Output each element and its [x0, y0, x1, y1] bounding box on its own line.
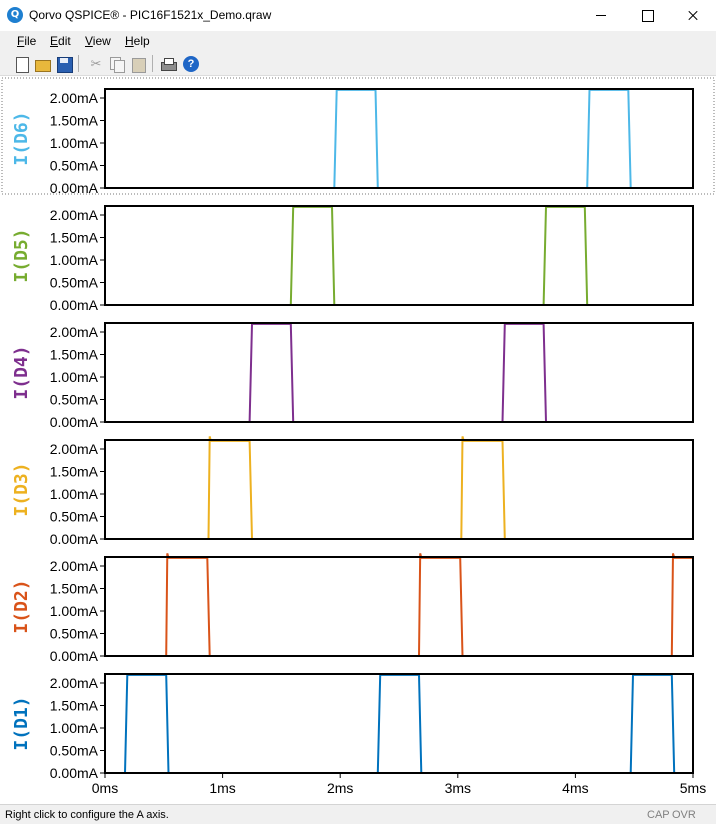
- menu-file[interactable]: File: [17, 34, 36, 48]
- y-tick-label: 2.00mA: [50, 324, 99, 340]
- y-tick-label: 1.50mA: [50, 347, 99, 363]
- new-file-icon[interactable]: [14, 56, 30, 73]
- y-tick-label: 0.00mA: [50, 648, 99, 664]
- pane-frame-id4[interactable]: [104, 322, 694, 423]
- pane-frame-id1[interactable]: [104, 673, 694, 774]
- toolbar-separator: [78, 55, 79, 72]
- series-label-id5[interactable]: I(D5): [11, 228, 32, 282]
- y-tick-label: 0.00mA: [50, 180, 99, 196]
- waveform-plot-area[interactable]: 0.00mA 0.50mA 1.00mA 1.50mA 2.00mA I(D6) 0.00m…: [0, 76, 716, 804]
- series-label-id1[interactable]: I(D1): [11, 696, 32, 750]
- series-label-id2[interactable]: I(D2): [11, 579, 32, 633]
- x-tick-label: 2ms: [327, 780, 353, 796]
- y-tick-label: 1.50mA: [50, 113, 99, 129]
- waveform-plots[interactable]: 0.00mA 0.50mA 1.00mA 1.50mA 2.00mA I(D6) 0.00m…: [0, 76, 716, 804]
- menu-edit[interactable]: Edit: [50, 34, 71, 48]
- trace-id5: [105, 205, 693, 306]
- y-tick-label: 1.50mA: [50, 230, 99, 246]
- selected-pane-focus-rect: [1, 77, 715, 195]
- y-tick-label: 2.00mA: [50, 90, 99, 106]
- open-folder-icon[interactable]: [34, 56, 51, 72]
- y-tick-label: 1.50mA: [50, 581, 99, 597]
- status-bar: Right click to configure the A axis. CAP…: [0, 804, 716, 824]
- menu-bar: File Edit View Help: [0, 31, 716, 51]
- y-tick-label: 2.00mA: [50, 558, 99, 574]
- y-tick-label: 1.00mA: [50, 252, 99, 268]
- y-tick-label: 1.00mA: [50, 603, 99, 619]
- trace-id6: [105, 88, 693, 189]
- toolbar-separator: [152, 55, 153, 72]
- y-tick-label: 0.50mA: [50, 158, 99, 174]
- series-label-id3[interactable]: I(D3): [11, 462, 32, 516]
- overwrite-indicator: OVR: [672, 809, 696, 821]
- y-tick-label: 2.00mA: [50, 207, 99, 223]
- caps-lock-indicator: CAP: [647, 809, 670, 821]
- trace-id1: [105, 673, 693, 774]
- y-tick-label: 1.50mA: [50, 464, 99, 480]
- y-tick-label: 1.00mA: [50, 369, 99, 385]
- menu-view[interactable]: View: [85, 34, 111, 48]
- title-bar: Qorvo QSPICE® - PIC16F1521x_Demo.qraw: [0, 0, 716, 31]
- trace-id2: [105, 553, 693, 657]
- y-tick-label: 0.50mA: [50, 275, 99, 291]
- y-tick-label: 0.50mA: [50, 509, 99, 525]
- save-icon[interactable]: [56, 56, 73, 73]
- cut-icon[interactable]: ✂: [88, 56, 104, 72]
- paste-icon[interactable]: [130, 56, 146, 73]
- copy-icon[interactable]: [108, 56, 125, 73]
- y-tick-label: 0.50mA: [50, 392, 99, 408]
- trace-id4: [105, 322, 693, 423]
- y-tick-label: 2.00mA: [50, 675, 99, 691]
- help-icon[interactable]: ?: [183, 56, 199, 72]
- y-tick-label: 1.50mA: [50, 698, 99, 714]
- window-title: Qorvo QSPICE® - PIC16F1521x_Demo.qraw: [29, 8, 272, 22]
- series-label-id4[interactable]: I(D4): [11, 345, 32, 399]
- status-message: Right click to configure the A axis.: [5, 809, 169, 821]
- y-tick-label: 1.00mA: [50, 720, 99, 736]
- close-button[interactable]: [670, 0, 716, 31]
- y-tick-label: 1.00mA: [50, 135, 99, 151]
- maximize-button[interactable]: [624, 0, 670, 31]
- x-tick-label: 5ms: [680, 780, 706, 796]
- x-tick-label: 0ms: [92, 780, 118, 796]
- x-tick-label: 1ms: [209, 780, 235, 796]
- y-tick-label: 2.00mA: [50, 441, 99, 457]
- series-label-id6[interactable]: I(D6): [11, 111, 32, 165]
- y-tick-label: 0.00mA: [50, 765, 99, 781]
- trace-id3: [105, 436, 693, 540]
- x-tick-label: 4ms: [562, 780, 588, 796]
- y-tick-label: 0.00mA: [50, 297, 99, 313]
- pane-frame-id3[interactable]: [104, 439, 694, 540]
- qspice-app-icon[interactable]: [7, 7, 23, 23]
- y-tick-label: 1.00mA: [50, 486, 99, 502]
- pane-frame-id6[interactable]: [104, 88, 694, 189]
- y-tick-label: 0.50mA: [50, 626, 99, 642]
- menu-help[interactable]: Help: [125, 34, 150, 48]
- pane-frame-id2[interactable]: [104, 556, 694, 657]
- y-tick-label: 0.50mA: [50, 743, 99, 759]
- minimize-button[interactable]: [578, 0, 624, 31]
- print-icon[interactable]: [160, 56, 177, 72]
- x-tick-label: 3ms: [445, 780, 471, 796]
- y-tick-label: 0.00mA: [50, 531, 99, 547]
- toolbar: ✂ ?: [0, 51, 716, 76]
- pane-frame-id5[interactable]: [104, 205, 694, 306]
- y-tick-label: 0.00mA: [50, 414, 99, 430]
